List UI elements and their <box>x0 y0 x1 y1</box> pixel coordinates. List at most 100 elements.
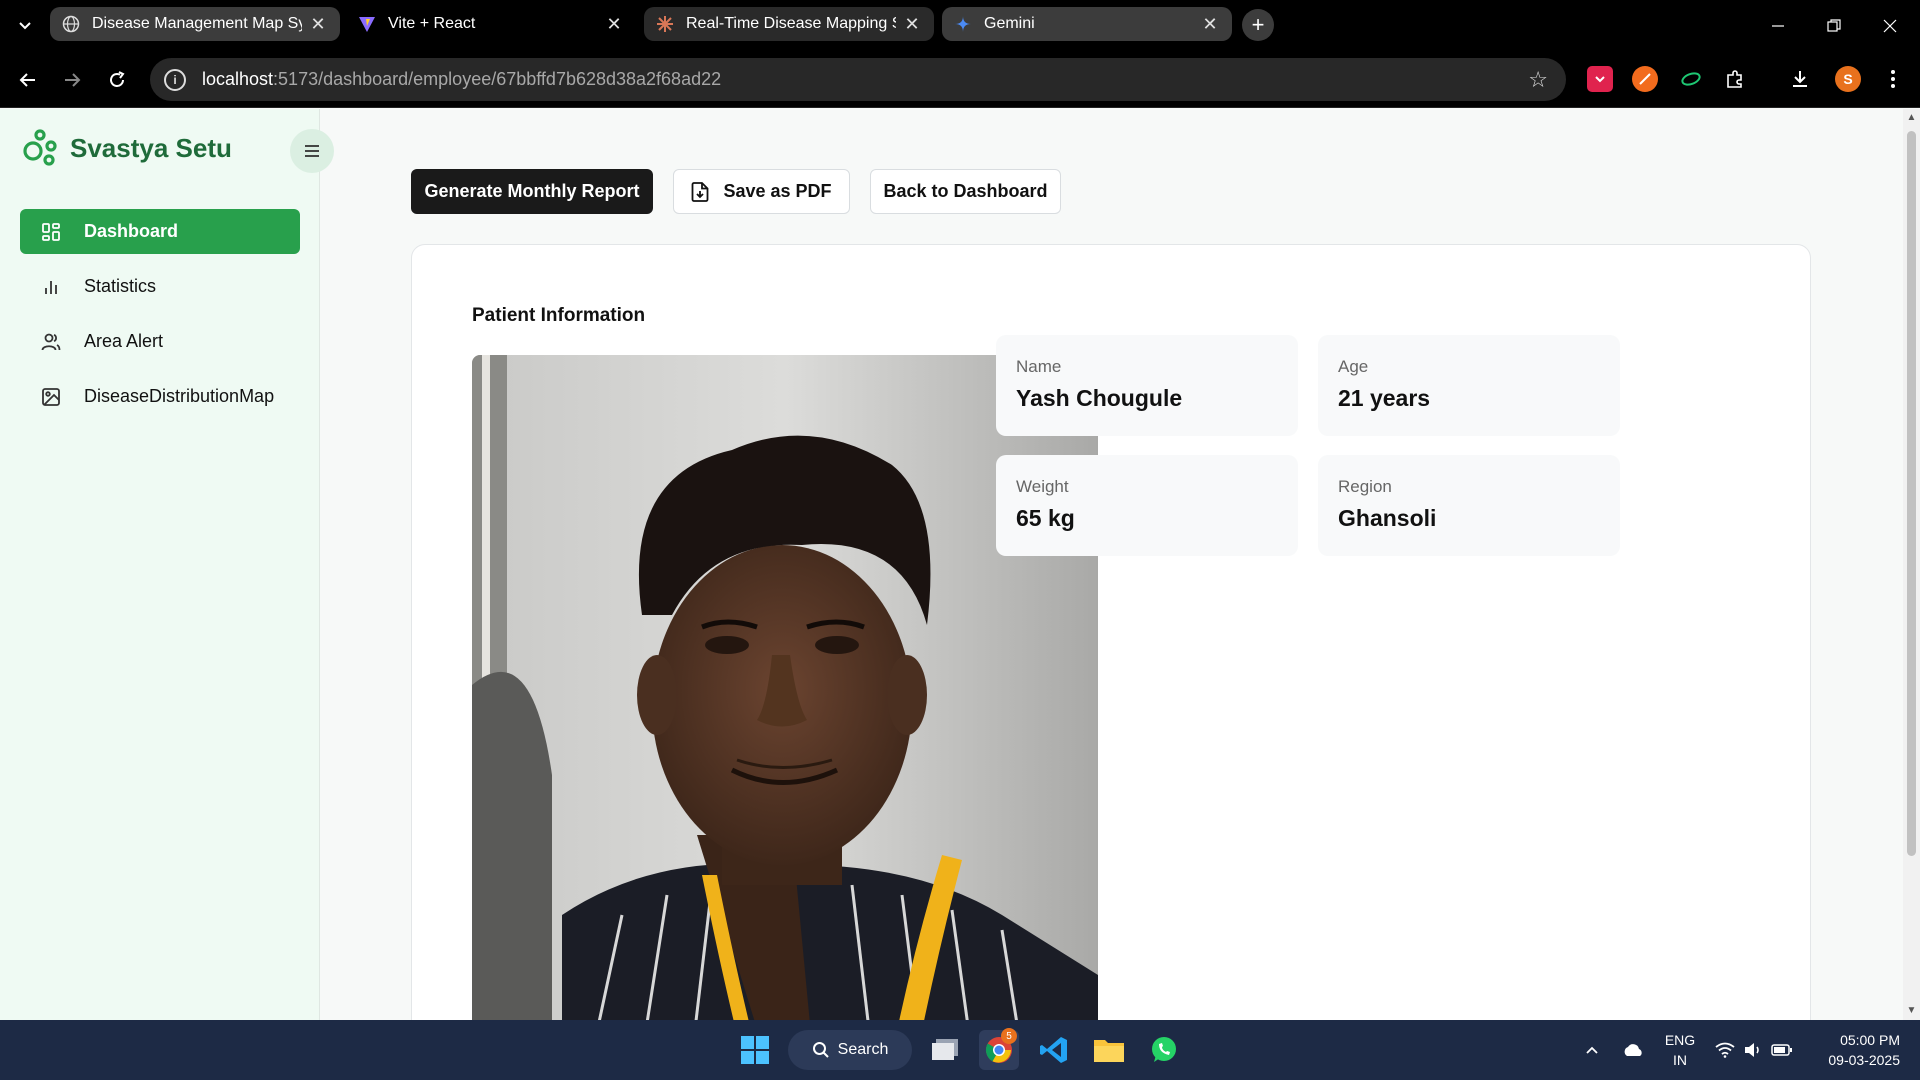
reload-icon[interactable] <box>101 64 133 96</box>
clock-time: 05:00 PM <box>1840 1032 1900 1048</box>
generate-monthly-report-button[interactable]: Generate Monthly Report <box>411 169 653 214</box>
button-label: Generate Monthly Report <box>424 181 640 201</box>
page-scrollbar[interactable]: ▲ ▼ <box>1903 109 1920 1020</box>
battery-icon[interactable] <box>1768 1020 1796 1080</box>
sidebar-item-label: Area Alert <box>84 331 164 351</box>
tab-title: Disease Management Map Syst <box>92 15 302 32</box>
image-icon <box>40 386 62 408</box>
address-bar[interactable]: i localhost:5173/dashboard/employee/67bb… <box>150 58 1566 101</box>
scrollbar-thumb[interactable] <box>1907 131 1916 856</box>
age-value: 21 years <box>1338 385 1431 411</box>
claude-logo-icon <box>656 15 674 33</box>
back-to-dashboard-button[interactable]: Back to Dashboard <box>870 169 1061 214</box>
browser-tab-3[interactable]: Gemini ✕ <box>942 7 1232 41</box>
button-label: Back to Dashboard <box>883 181 1048 201</box>
extensions-puzzle-icon[interactable] <box>1722 66 1748 92</box>
region-value: Ghansoli <box>1338 505 1437 531</box>
name-label: Name <box>1016 357 1062 376</box>
download-icon[interactable] <box>1787 66 1813 92</box>
sidebar-item-disease-distribution-map[interactable]: DiseaseDistributionMap <box>20 374 300 419</box>
weight-value: 65 kg <box>1016 505 1075 531</box>
sidebar-nav: Dashboard Statistics Area Alert DiseaseD… <box>20 209 300 429</box>
browser-menu-icon[interactable] <box>1880 66 1906 92</box>
file-explorer-icon[interactable] <box>1089 1030 1129 1070</box>
tab-title: Real-Time Disease Mapping Sys <box>686 15 896 32</box>
bar-chart-icon <box>40 276 62 298</box>
main-content: Generate Monthly Report Save as PDF Back… <box>321 109 1901 1055</box>
forward-arrow-icon[interactable] <box>56 64 88 96</box>
whatsapp-taskbar-icon[interactable] <box>1144 1030 1184 1070</box>
scroll-up-arrow-icon[interactable]: ▲ <box>1906 112 1917 123</box>
clock-date: 09-03-2025 <box>1828 1052 1900 1068</box>
dashboard-grid-icon <box>40 221 62 243</box>
new-tab-button[interactable]: + <box>1242 9 1274 41</box>
chrome-notification-badge: 5 <box>1001 1028 1017 1044</box>
sidebar: Svastya Setu Dashboard Statistics Area A… <box>0 109 334 1020</box>
close-tab-icon[interactable]: ✕ <box>1200 14 1220 35</box>
browser-tab-strip: Disease Management Map Syst ✕ Vite + Rea… <box>0 0 1920 51</box>
windows-taskbar: Search 5 ENG IN 05:00 PM 09-03-2025 <box>0 1020 1920 1080</box>
url-text: localhost:5173/dashboard/employee/67bbff… <box>202 69 721 90</box>
tab-title: Gemini <box>984 15 1035 32</box>
gemini-sparkle-icon <box>954 15 972 33</box>
name-tile: Name Yash Chougule <box>996 335 1298 436</box>
onedrive-cloud-icon[interactable] <box>1618 1020 1648 1080</box>
back-arrow-icon[interactable] <box>12 64 44 96</box>
brand-name: Svastya Setu <box>70 132 232 163</box>
sidebar-item-area-alert[interactable]: Area Alert <box>20 319 300 364</box>
language-indicator[interactable]: ENG IN <box>1662 1030 1698 1070</box>
vite-logo-icon <box>358 15 376 33</box>
name-value: Yash Chougule <box>1016 385 1183 411</box>
vscode-taskbar-icon[interactable] <box>1034 1030 1074 1070</box>
taskbar-search-button[interactable]: Search <box>788 1030 912 1070</box>
chrome-taskbar-icon[interactable]: 5 <box>979 1028 1019 1070</box>
age-label: Age <box>1338 357 1369 376</box>
pocket-extension-icon[interactable] <box>1587 66 1613 92</box>
browser-tab-2[interactable]: Real-Time Disease Mapping Sys ✕ <box>644 7 934 41</box>
wifi-icon[interactable] <box>1712 1020 1738 1080</box>
browser-tab-1[interactable]: Vite + React ✕ <box>346 7 636 41</box>
file-download-icon <box>691 181 709 202</box>
minimize-window-icon[interactable] <box>1750 0 1806 51</box>
weight-label: Weight <box>1016 477 1069 496</box>
patient-information-card: Patient Information Name Yash Chougule A… <box>411 244 1811 1055</box>
url-path: :5173/dashboard/employee/67bbffd7b628d38… <box>273 69 722 89</box>
age-tile: Age 21 years <box>1318 335 1620 436</box>
green-extension-icon[interactable] <box>1678 66 1704 92</box>
region-code: IN <box>1673 1052 1687 1068</box>
system-clock[interactable]: 05:00 PM 09-03-2025 <box>1800 1030 1900 1070</box>
brand-logo-icon <box>20 129 58 167</box>
tab-search-chevron-icon[interactable] <box>12 12 38 38</box>
site-info-icon[interactable]: i <box>164 68 186 91</box>
close-tab-icon[interactable]: ✕ <box>902 14 922 35</box>
task-view-icon[interactable] <box>925 1030 965 1070</box>
button-label: Save as PDF <box>723 181 832 201</box>
close-window-icon[interactable] <box>1862 0 1918 51</box>
sidebar-item-dashboard[interactable]: Dashboard <box>20 209 300 254</box>
restore-window-icon[interactable] <box>1806 0 1862 51</box>
region-tile: Region Ghansoli <box>1318 455 1620 556</box>
volume-icon[interactable] <box>1740 1020 1766 1080</box>
sidebar-item-label: Dashboard <box>84 221 179 241</box>
tab-title: Vite + React <box>388 15 476 32</box>
browser-tab-0[interactable]: Disease Management Map Syst ✕ <box>50 7 340 41</box>
close-tab-icon[interactable]: ✕ <box>604 14 624 35</box>
globe-icon <box>62 15 80 33</box>
save-as-pdf-button[interactable]: Save as PDF <box>673 169 850 214</box>
profile-avatar[interactable]: S <box>1835 66 1861 92</box>
search-icon <box>812 1041 830 1059</box>
scroll-down-arrow-icon[interactable]: ▼ <box>1906 1005 1917 1016</box>
bookmark-star-icon[interactable]: ☆ <box>1528 67 1548 93</box>
region-label: Region <box>1338 477 1392 496</box>
language-code: ENG <box>1664 1032 1696 1048</box>
weight-tile: Weight 65 kg <box>996 455 1298 556</box>
close-tab-icon[interactable]: ✕ <box>308 14 328 35</box>
windows-start-icon[interactable] <box>735 1030 775 1070</box>
show-hidden-icons-chevron-icon[interactable] <box>1580 1020 1604 1080</box>
orange-extension-icon[interactable] <box>1632 66 1658 92</box>
sidebar-item-statistics[interactable]: Statistics <box>20 264 300 309</box>
section-heading: Patient Information <box>472 305 646 326</box>
sidebar-item-label: DiseaseDistributionMap <box>84 386 275 406</box>
search-label: Search <box>837 1041 889 1058</box>
brand[interactable]: Svastya Setu <box>20 129 232 167</box>
